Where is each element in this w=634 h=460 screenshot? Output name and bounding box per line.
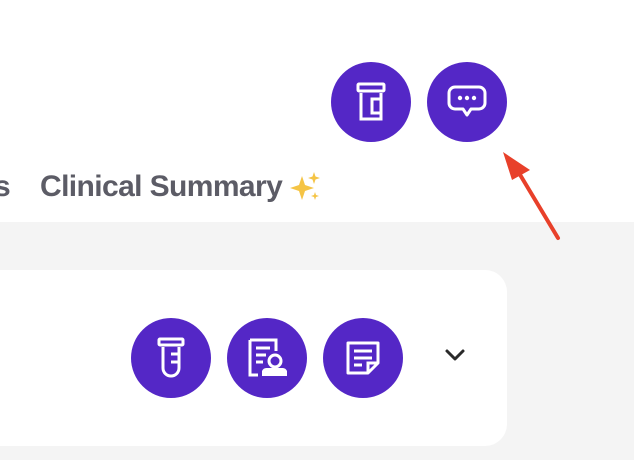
expand-card-button[interactable] (438, 340, 472, 374)
notes-button[interactable] (323, 318, 403, 398)
chevron-down-icon (444, 348, 466, 367)
lab-test-button[interactable] (131, 318, 211, 398)
patient-record-icon (246, 337, 288, 379)
chat-button[interactable] (427, 62, 507, 142)
test-tube-icon (156, 337, 186, 379)
pill-bottle-button[interactable] (331, 62, 411, 142)
patient-record-button[interactable] (227, 318, 307, 398)
tab-clinical-summary[interactable]: Clinical Summary (40, 170, 322, 204)
tab-clinical-summary-label: Clinical Summary (40, 170, 283, 203)
annotation-arrow (503, 152, 560, 240)
pill-bottle-icon (354, 82, 388, 122)
sparkles-icon (288, 170, 322, 204)
tab-previous[interactable]: s (0, 170, 11, 204)
note-icon (345, 340, 381, 376)
chat-bubble-icon (447, 84, 487, 120)
